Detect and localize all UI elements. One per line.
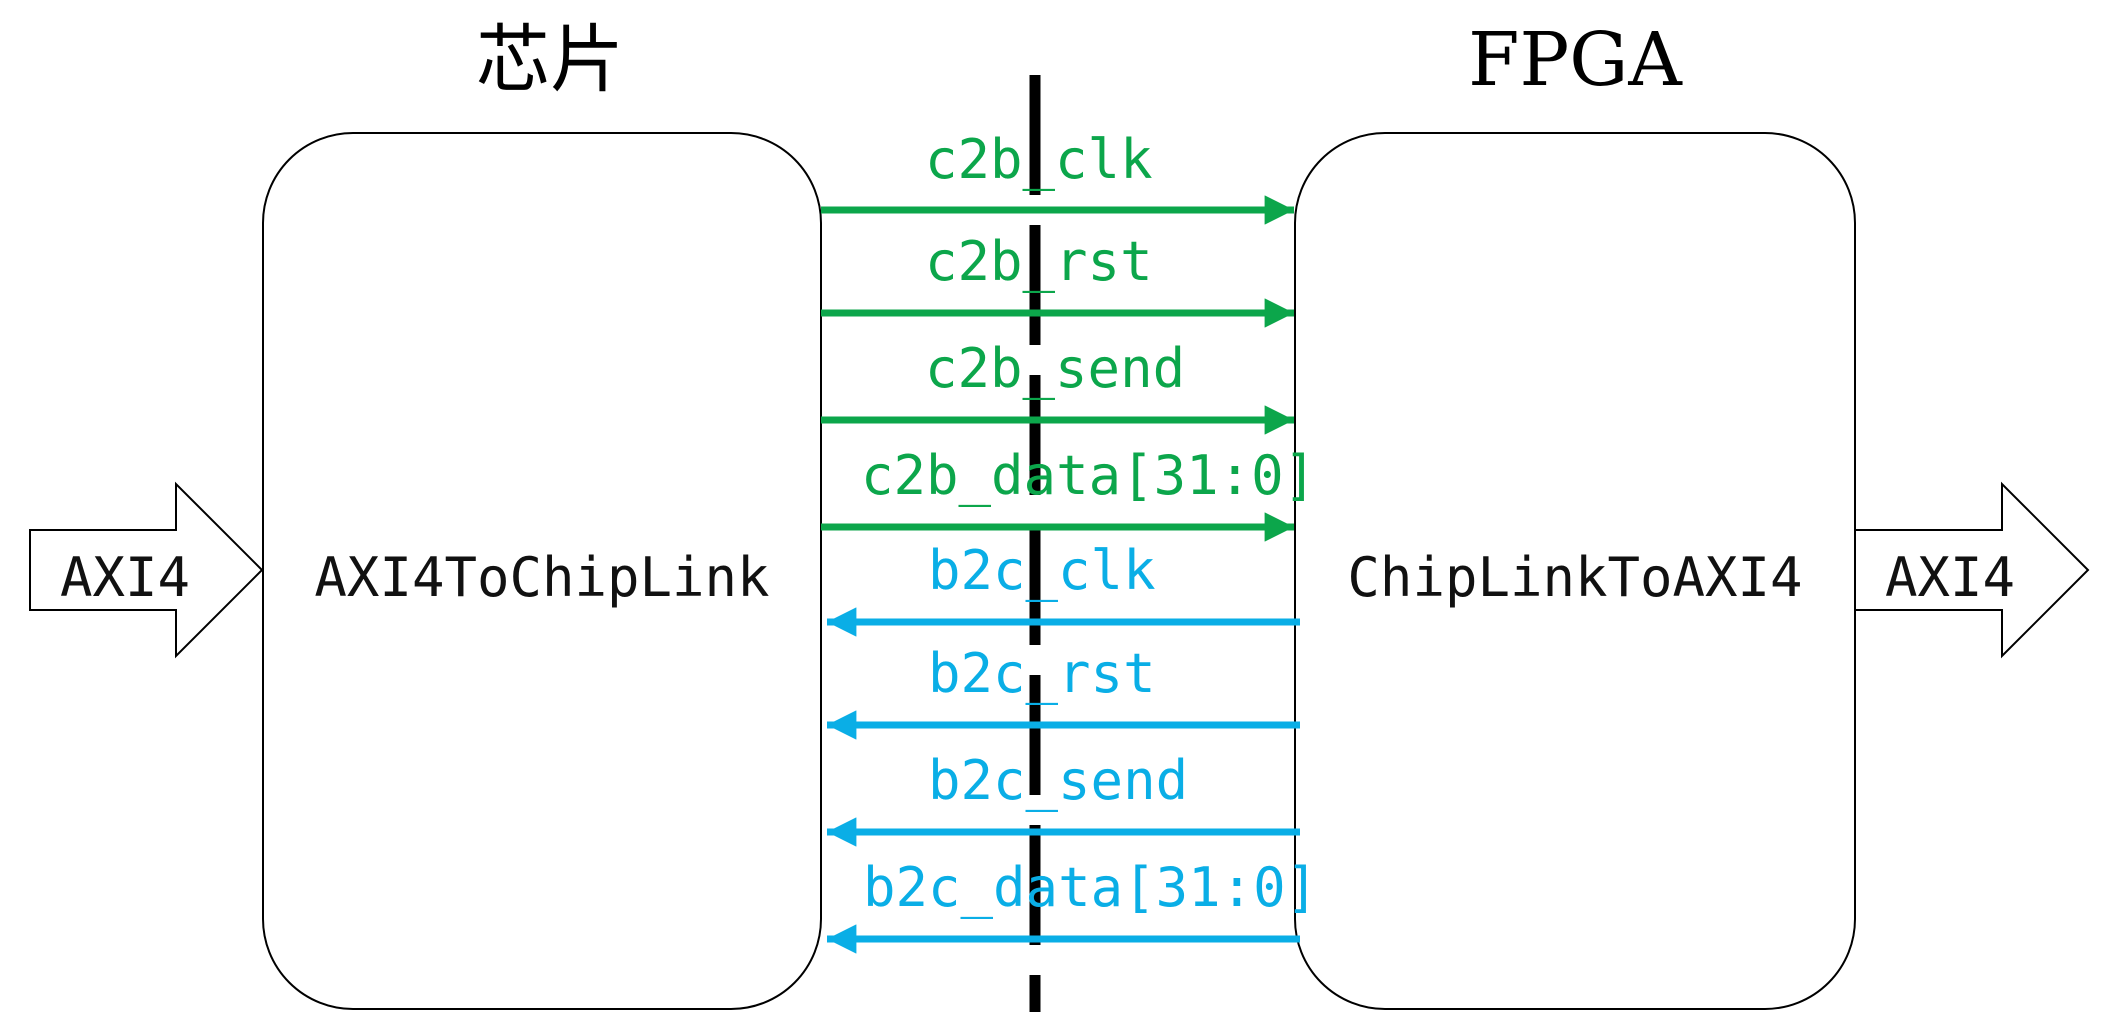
- axi4-input-label: AXI4: [60, 546, 190, 609]
- signal-b2c-data-label: b2c_data[31:0]: [863, 856, 1318, 919]
- signal-c2b-rst-label: c2b_rst: [925, 230, 1153, 293]
- signal-b2c-rst-label: b2c_rst: [928, 642, 1156, 705]
- block-axi4tochiplink-label: AXI4ToChipLink: [314, 546, 769, 609]
- signal-b2c-clk-label: b2c_clk: [928, 539, 1156, 602]
- title-chip: 芯片: [476, 17, 624, 103]
- signal-c2b-send-label: c2b_send: [925, 337, 1185, 400]
- signal-c2b-clk-label: c2b_clk: [925, 128, 1153, 191]
- chiplink-diagram: 芯片 FPGA AXI4 AXI4 AXI4ToChipLink ChipLin…: [29, 17, 2090, 1012]
- signal-b2c-send-label: b2c_send: [928, 749, 1188, 812]
- title-fpga: FPGA: [1468, 17, 1683, 103]
- axi4-output-label: AXI4: [1885, 546, 2015, 609]
- block-chiplinktoaxi4-label: ChipLinkToAXI4: [1347, 546, 1802, 609]
- signal-c2b-data-label: c2b_data[31:0]: [861, 444, 1316, 507]
